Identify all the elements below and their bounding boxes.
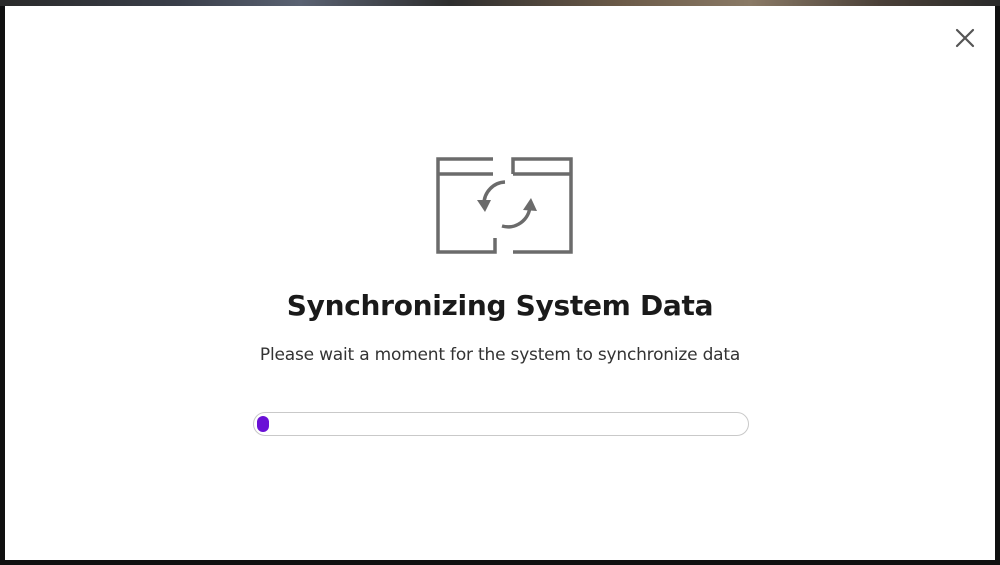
close-icon	[955, 28, 975, 48]
sync-dialog: Synchronizing System Data Please wait a …	[5, 6, 995, 560]
dialog-title: Synchronizing System Data	[286, 289, 714, 322]
sync-progress-fill	[257, 416, 269, 432]
dialog-content: Synchronizing System Data Please wait a …	[5, 6, 995, 560]
sync-progress-bar	[253, 412, 749, 436]
sync-windows-icon	[436, 157, 573, 254]
dialog-subtitle: Please wait a moment for the system to s…	[259, 345, 741, 365]
close-button[interactable]	[953, 26, 977, 50]
